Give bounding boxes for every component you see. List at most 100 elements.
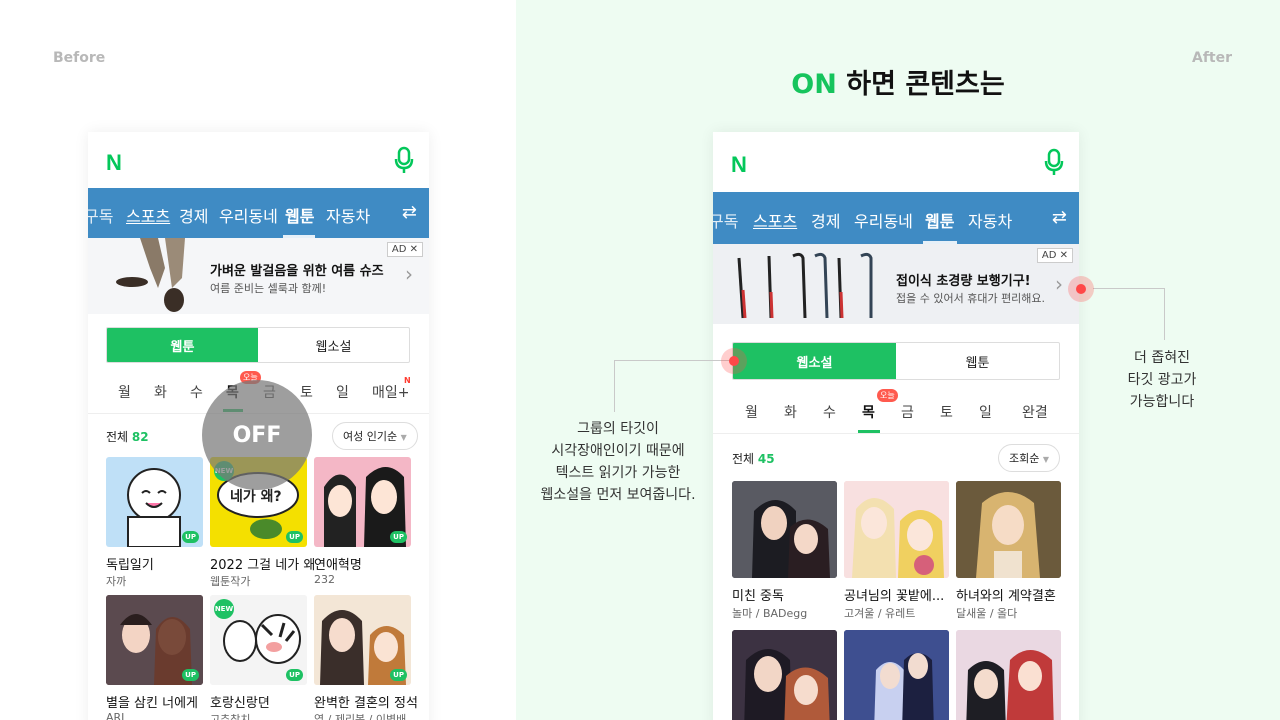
mic-icon[interactable]: [1043, 148, 1065, 176]
swap-icon[interactable]: ⇄: [1052, 207, 1067, 228]
caret-down-icon: ▼: [1042, 455, 1050, 464]
nav-item-webtoon[interactable]: 웹툰: [925, 208, 954, 232]
nav-item-subscribe[interactable]: 구독: [88, 203, 113, 227]
headline-on: ON: [791, 69, 837, 100]
day-tue[interactable]: 화: [154, 382, 167, 402]
couple-illustration: [732, 481, 837, 578]
couple-illustration: [732, 630, 837, 720]
dancing-couple-illustration: [844, 630, 949, 720]
webnovel-title[interactable]: 미친 중독: [732, 585, 837, 604]
new-badge: NEW: [214, 599, 234, 619]
tab-webnovel[interactable]: 웹소설: [733, 343, 896, 379]
sort-dropdown[interactable]: 조회순 ▼: [998, 444, 1061, 472]
day-sun[interactable]: 일: [336, 382, 349, 402]
today-badge: 오늘: [877, 389, 898, 402]
webnovel-thumbnail[interactable]: [732, 481, 837, 578]
day-fri[interactable]: 금: [901, 402, 914, 422]
after-phone: N 구독 스포츠 경제 우리동네 웹툰 자동차 ⇄ AD ✕ 접이식 초경량 보…: [713, 132, 1079, 720]
day-wed[interactable]: 수: [823, 402, 836, 422]
day-tue[interactable]: 화: [784, 402, 797, 422]
new-dot: N: [404, 376, 411, 385]
content-type-tabs: 웹소설 웹툰: [732, 342, 1060, 380]
naver-logo[interactable]: N: [731, 152, 747, 178]
nav-item-subscribe[interactable]: 구독: [713, 208, 738, 232]
off-overlay: OFF: [202, 380, 312, 490]
day-sun[interactable]: 일: [979, 402, 992, 422]
target-marker: [1068, 276, 1094, 302]
day-wed[interactable]: 수: [190, 382, 203, 402]
before-label: Before: [53, 50, 106, 66]
day-daily[interactable]: 매일+: [372, 382, 410, 402]
chevron-right-icon[interactable]: ›: [1055, 272, 1063, 296]
webnovel-title[interactable]: 하녀와의 계약결혼: [956, 585, 1066, 604]
tab-webtoon[interactable]: 웹툰: [896, 343, 1059, 379]
ad-close-badge[interactable]: AD ✕: [386, 242, 423, 257]
tab-webtoon[interactable]: 웹툰: [107, 328, 258, 362]
content-type-tabs: 웹툰 웹소설: [106, 327, 410, 363]
webtoon-title[interactable]: 2022 그걸 네가 왜!: [210, 554, 314, 573]
up-badge: UP: [390, 531, 407, 543]
up-badge: UP: [286, 669, 303, 681]
mic-icon[interactable]: [393, 146, 415, 174]
webnovel-author: 고겨울 / 유레트: [844, 607, 916, 620]
nav-item-local[interactable]: 우리동네: [219, 203, 278, 227]
shoes-ad-image: [116, 238, 185, 312]
webtoon-thumbnail[interactable]: UP: [314, 457, 411, 547]
webtoon-thumbnail[interactable]: UP: [106, 457, 203, 547]
webtoon-thumbnail[interactable]: UP: [106, 595, 203, 685]
tab-webnovel[interactable]: 웹소설: [258, 328, 409, 362]
webtoon-title[interactable]: 독립일기: [106, 554, 203, 573]
total-count: 전체 82: [106, 430, 149, 444]
day-completed[interactable]: 완결: [1022, 402, 1048, 422]
swap-icon[interactable]: ⇄: [402, 202, 417, 223]
nav-item-economy[interactable]: 경제: [811, 208, 840, 232]
chevron-right-icon[interactable]: ›: [405, 262, 413, 286]
leader-line: [1164, 288, 1165, 340]
nav-item-webtoon[interactable]: 웹툰: [285, 203, 314, 227]
day-thu[interactable]: 목: [862, 402, 875, 422]
ad-subtitle: 여름 준비는 셀룩과 함께!: [210, 282, 327, 295]
category-nav: 구독 스포츠 경제 우리동네 웹툰 자동차 ⇄: [88, 188, 429, 238]
ad-banner[interactable]: AD ✕ 접이식 초경량 보행기구! 접을 수 있어서 휴대가 편리해요. ›: [713, 244, 1079, 324]
day-sat[interactable]: 토: [940, 402, 953, 422]
webnovel-thumbnail[interactable]: [732, 630, 837, 720]
webtoon-title[interactable]: 별을 삼킨 너에게: [106, 692, 203, 711]
ad-close-badge[interactable]: AD ✕: [1036, 248, 1073, 263]
webtoon-thumbnail[interactable]: UP: [314, 595, 411, 685]
brand-row: N: [713, 132, 1079, 192]
webtoon-thumbnail[interactable]: NEW UP: [210, 595, 307, 685]
up-badge: UP: [390, 669, 407, 681]
webtoon-title[interactable]: 완벽한 결혼의 정석: [314, 692, 420, 711]
headline: ON 하면 콘텐츠는: [516, 62, 1280, 101]
ad-banner[interactable]: AD ✕ 가벼운 발걸음을 위한 여름 슈즈 여름 준비는 셀룩과 함께! ›: [88, 238, 429, 314]
webtoon-title[interactable]: 호랑신랑뎐: [210, 692, 307, 711]
webnovel-thumbnail[interactable]: [844, 481, 949, 578]
day-mon[interactable]: 월: [745, 402, 758, 422]
nav-item-economy[interactable]: 경제: [179, 203, 208, 227]
walking-cane-ad-image: [737, 252, 873, 319]
headline-rest: 하면 콘텐츠는: [836, 69, 1005, 100]
webnovel-thumbnail[interactable]: [844, 630, 949, 720]
webtoon-title[interactable]: 연애혁명: [314, 554, 411, 573]
webtoon-author: 웹툰작가: [210, 575, 251, 588]
nav-item-sports[interactable]: 스포츠: [126, 203, 170, 227]
webnovel-author: 달새울 / 올다: [956, 607, 1018, 620]
leader-line: [614, 360, 734, 361]
category-nav: 구독 스포츠 경제 우리동네 웹툰 자동차 ⇄: [713, 192, 1079, 244]
webnovel-thumbnail[interactable]: [956, 630, 1061, 720]
nav-item-sports[interactable]: 스포츠: [753, 208, 797, 232]
nav-item-local[interactable]: 우리동네: [854, 208, 913, 232]
up-badge: UP: [286, 531, 303, 543]
naver-logo[interactable]: N: [106, 150, 122, 176]
webnovel-title[interactable]: 공녀님의 꽃밭에...: [844, 585, 949, 604]
leader-line: [614, 360, 615, 412]
day-mon[interactable]: 월: [118, 382, 131, 402]
sort-dropdown[interactable]: 여성 인기순 ▼: [332, 422, 418, 450]
day-sat[interactable]: 토: [300, 382, 313, 402]
nav-item-car[interactable]: 자동차: [968, 208, 1012, 232]
webtoon-author: 고추참치: [210, 713, 251, 720]
ad-title: 접이식 초경량 보행기구!: [896, 274, 1031, 289]
callout-right: 더 좁혀진 타깃 광고가 가능합니다: [1127, 350, 1197, 410]
nav-item-car[interactable]: 자동차: [326, 203, 370, 227]
webnovel-thumbnail[interactable]: [956, 481, 1061, 578]
